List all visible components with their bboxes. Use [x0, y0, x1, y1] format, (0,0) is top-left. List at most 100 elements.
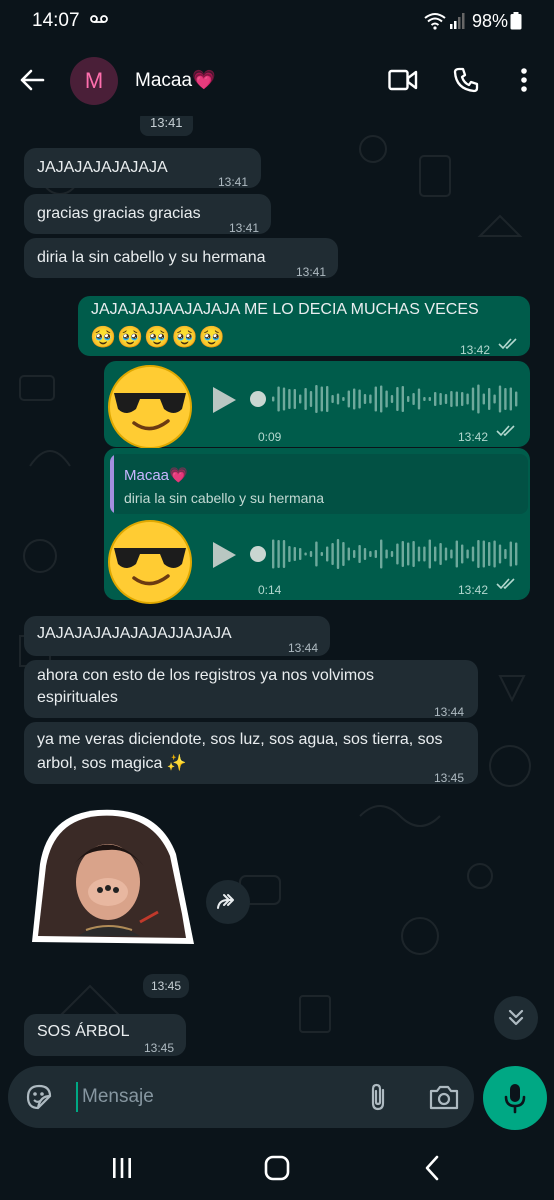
waveform-bar	[293, 547, 296, 561]
waveform-bar	[282, 540, 286, 568]
waveform-bar	[385, 549, 388, 559]
waveform-bar	[477, 540, 480, 568]
back-arrow-icon[interactable]	[18, 66, 46, 94]
message-time: 13:41	[296, 265, 327, 279]
waveform-bar	[282, 387, 286, 411]
message-text: JAJAJAJAJAJAJA	[37, 159, 168, 176]
waveform-bar	[450, 391, 453, 407]
waveform-bar	[515, 391, 518, 407]
waveform-bar	[488, 388, 491, 410]
incoming-message[interactable]: JAJAJAJAJAJAJA 13:41	[24, 148, 261, 189]
waveform-bar	[353, 388, 356, 410]
waveform-bar	[509, 541, 512, 567]
waveform-bar	[504, 388, 507, 410]
play-icon[interactable]	[208, 540, 238, 570]
waveform-bar	[396, 543, 399, 565]
sticker-icon[interactable]	[24, 1082, 54, 1112]
waveform-bar	[471, 546, 475, 562]
waveform-bar	[288, 389, 291, 409]
attach-icon[interactable]	[364, 1082, 394, 1112]
message-text: ya me veras diciendote, sos luz, sos agu…	[37, 731, 443, 748]
waveform-bar	[331, 395, 334, 403]
incoming-message[interactable]: ahora con esto de los registros ya nos v…	[24, 660, 478, 719]
battery-icon	[510, 12, 522, 30]
voice-reply-message[interactable]: Macaa💗 diria la sin cabello y su hermana…	[104, 448, 530, 604]
waveform-bar	[390, 395, 394, 403]
incoming-message[interactable]: gracias gracias gracias 13:41	[24, 194, 271, 235]
message-time: 13:44	[434, 705, 465, 719]
chat-area[interactable]: 13:41 JAJAJAJAJAJAJA 13:41 gracias graci…	[0, 116, 554, 1066]
waveform-bar	[363, 394, 367, 404]
waveform-bar	[374, 386, 377, 412]
incoming-message[interactable]: ya me veras diciendote, sos luz, sos agu…	[24, 722, 478, 785]
video-call-icon[interactable]	[388, 68, 418, 92]
waveform-bar	[444, 394, 448, 404]
forward-icon	[217, 894, 234, 909]
home-icon[interactable]	[264, 1155, 290, 1181]
waveform-bar	[477, 384, 480, 414]
waveform-bar	[336, 539, 340, 569]
waveform-bar	[401, 386, 404, 412]
read-ticks-icon	[498, 338, 517, 350]
message-time: 13:42	[460, 343, 491, 357]
more-vert-icon[interactable]	[514, 66, 534, 94]
waveform-bar	[412, 393, 415, 405]
message-composer	[0, 1066, 554, 1138]
waveform-bar	[471, 387, 475, 411]
voice-message[interactable]: 0:09 13:42	[104, 361, 530, 449]
waveform[interactable]	[250, 536, 520, 572]
waveform-bar	[498, 544, 502, 564]
wifi-icon	[424, 13, 446, 30]
waveform-bar	[288, 546, 291, 562]
forward-button[interactable]	[206, 880, 250, 924]
waveform-bar	[482, 393, 485, 405]
incoming-message[interactable]: diria la sin cabello y su hermana 13:41	[24, 238, 338, 279]
waveform[interactable]	[250, 381, 520, 417]
waveform-bar	[299, 548, 302, 560]
camera-icon[interactable]	[428, 1082, 460, 1112]
waveform-bar	[515, 542, 518, 566]
incoming-message[interactable]: JAJAJAJAJAJAJAJJAJAJA 13:44	[24, 616, 330, 656]
waveform-bar	[439, 393, 442, 405]
waveform-bar	[369, 551, 372, 557]
back-icon[interactable]	[422, 1155, 442, 1181]
waveform-bar	[434, 546, 437, 562]
waveform-bar	[358, 389, 361, 409]
outgoing-message[interactable]: JAJAJAJJAAJAJAJA ME LO DECIA MUCHAS VECE…	[78, 296, 530, 357]
scroll-to-bottom-button[interactable]	[494, 996, 538, 1040]
waveform-bar	[450, 549, 453, 559]
waveform-bar	[277, 540, 280, 568]
voice-duration: 0:09	[258, 430, 282, 444]
message-input[interactable]	[76, 1082, 356, 1112]
quote-bar	[110, 454, 114, 514]
waveform-bar	[358, 545, 361, 563]
message-text: JAJAJAJAJAJAJAJJAJAJA	[37, 625, 232, 642]
signal-icon	[450, 13, 465, 29]
recent-apps-icon[interactable]	[110, 1156, 134, 1180]
contact-avatar[interactable]: M	[70, 57, 118, 105]
waveform-bar	[493, 540, 496, 568]
contact-name[interactable]: Macaa💗	[135, 68, 216, 92]
waveform-bar	[277, 386, 280, 412]
chat-header: M Macaa💗	[0, 44, 554, 116]
waveform-bar	[417, 546, 421, 562]
message-text: gracias gracias gracias	[37, 205, 201, 222]
play-icon[interactable]	[208, 385, 238, 415]
voicemail-icon	[90, 15, 108, 23]
incoming-message[interactable]: SOS ÁRBOL 13:45	[24, 1014, 186, 1056]
waveform-bar	[304, 388, 307, 410]
input-pill[interactable]	[8, 1066, 474, 1128]
quoted-message[interactable]: Macaa💗 diria la sin cabello y su hermana	[110, 454, 528, 514]
waveform-bar	[493, 394, 496, 404]
mic-button[interactable]	[483, 1066, 547, 1130]
waveform-bar	[374, 550, 377, 558]
waveform-bar	[299, 394, 302, 404]
waveform-bar	[488, 542, 491, 566]
waveform-bar	[380, 539, 383, 569]
waveform-bar	[455, 540, 458, 568]
waveform-bar	[293, 389, 296, 409]
phone-icon[interactable]	[452, 66, 480, 94]
waveform-bar	[396, 387, 399, 411]
sticker-image[interactable]	[28, 804, 194, 948]
waveform-bar	[320, 386, 323, 412]
